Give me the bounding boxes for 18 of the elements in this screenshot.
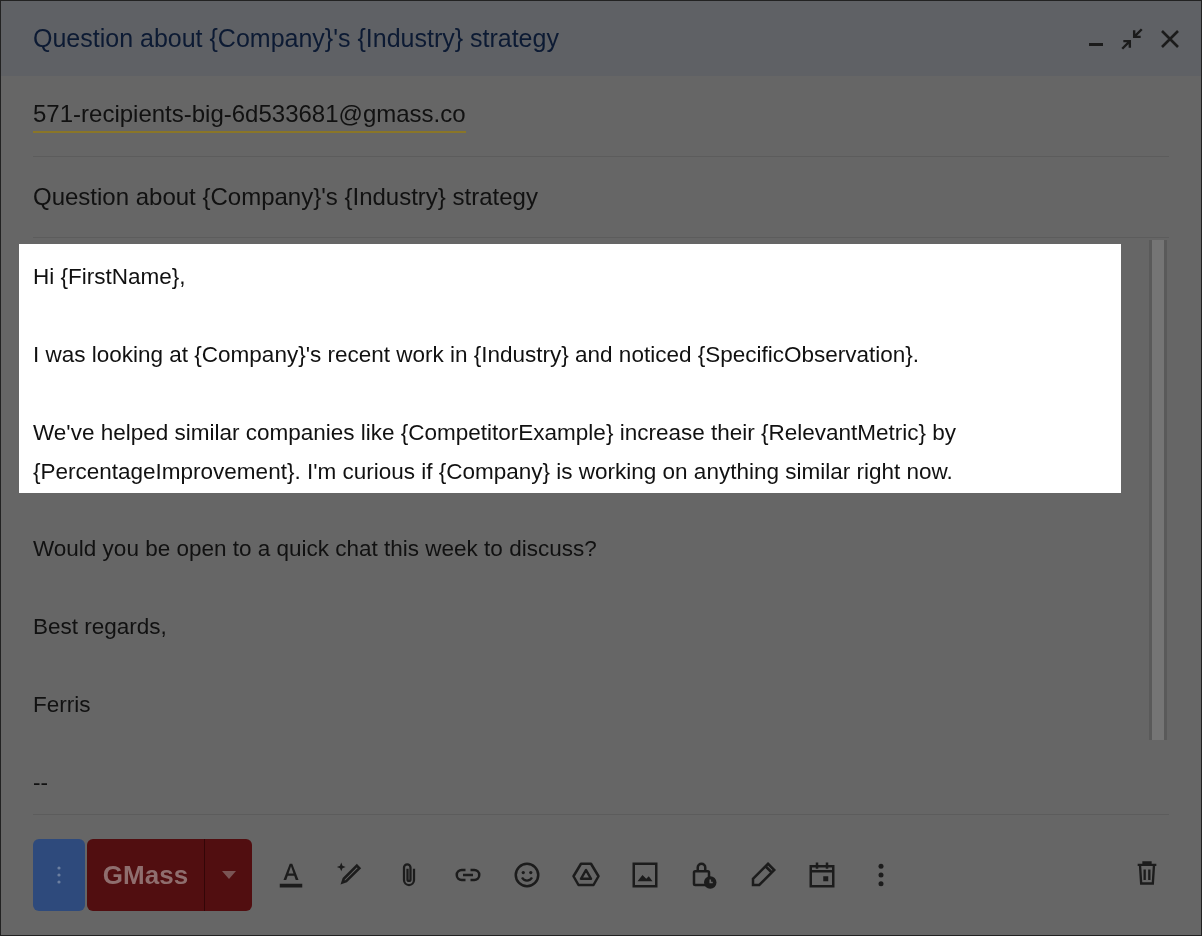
- send-options-button[interactable]: [204, 839, 252, 911]
- window-title: Question about {Company}'s {Industry} strategy: [33, 24, 560, 53]
- paragraph: --: [32, 769, 49, 797]
- close-icon[interactable]: [1159, 27, 1181, 50]
- paragraph: Hi {FirstName},: [32, 263, 187, 291]
- paragraph: I was looking at {Company}'s recent work in {Industry} and noticed {SpecificObservation}.: [32, 341, 921, 369]
- more-icon: [55, 864, 63, 886]
- emoji-icon[interactable]: [512, 860, 542, 890]
- paragraph: Would you be open to a quick chat this week to discuss?: [32, 535, 598, 563]
- paragraph: We've helped similar companies like {CompetitorExample} increase their {RelevantMetric} by {PercentageImprovement}. I'm curious if {Company} is working on anything similar right now.: [32, 419, 958, 486]
- paragraph: Best regards,: [32, 613, 168, 641]
- recipient-chip[interactable]: 571-recipients-big-6d533681@gmass.co: [33, 99, 466, 133]
- paragraph: Ferris: [32, 691, 92, 719]
- send-button[interactable]: GMass: [87, 839, 204, 911]
- calendar-icon[interactable]: [807, 860, 837, 890]
- subject-field[interactable]: Question about {Company}'s {Industry} strategy: [33, 183, 538, 211]
- caret-icon: [221, 871, 236, 879]
- image-icon[interactable]: [630, 860, 660, 890]
